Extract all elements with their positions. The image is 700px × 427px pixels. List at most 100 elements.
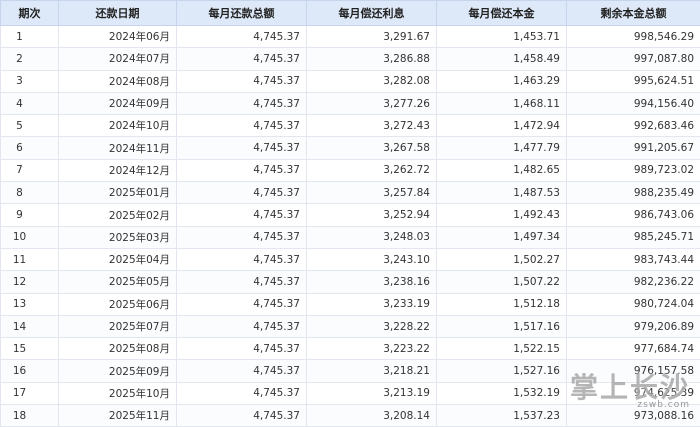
table-row[interactable]: 172025年10月4,745.373,213.191,532.19974,62… [1,382,700,404]
cell-remaining: 973,088.16 [567,405,700,427]
table-row[interactable]: 112025年04月4,745.373,243.101,502.27983,74… [1,248,700,270]
table-row[interactable]: 82025年01月4,745.373,257.841,487.53988,235… [1,182,700,204]
cell-remaining: 977,684.74 [567,338,700,360]
cell-interest: 3,248.03 [307,226,437,248]
cell-date: 2024年09月 [59,92,177,114]
cell-principal: 1,517.16 [437,315,567,337]
table-header: 期次 还款日期 每月还款总额 每月偿还利息 每月偿还本金 剩余本金总额 [1,1,700,26]
cell-date: 2024年07月 [59,48,177,70]
cell-date: 2024年11月 [59,137,177,159]
table-body: 12024年06月4,745.373,291.671,453.71998,546… [1,26,700,427]
cell-monthly-total: 4,745.37 [177,315,307,337]
cell-interest: 3,277.26 [307,92,437,114]
cell-interest: 3,262.72 [307,159,437,181]
header-period[interactable]: 期次 [1,1,59,26]
cell-remaining: 988,235.49 [567,182,700,204]
table-row[interactable]: 92025年02月4,745.373,252.941,492.43986,743… [1,204,700,226]
header-row: 期次 还款日期 每月还款总额 每月偿还利息 每月偿还本金 剩余本金总额 [1,1,700,26]
cell-principal: 1,458.49 [437,48,567,70]
cell-remaining: 976,157.58 [567,360,700,382]
table-row[interactable]: 162025年09月4,745.373,218.211,527.16976,15… [1,360,700,382]
cell-monthly-total: 4,745.37 [177,26,307,48]
cell-remaining: 992,683.46 [567,115,700,137]
cell-period: 15 [1,338,59,360]
cell-remaining: 986,743.06 [567,204,700,226]
table-row[interactable]: 102025年03月4,745.373,248.031,497.34985,24… [1,226,700,248]
header-monthly-total[interactable]: 每月还款总额 [177,1,307,26]
cell-interest: 3,218.21 [307,360,437,382]
cell-principal: 1,492.43 [437,204,567,226]
cell-period: 2 [1,48,59,70]
cell-remaining: 983,743.44 [567,248,700,270]
cell-interest: 3,213.19 [307,382,437,404]
cell-period: 17 [1,382,59,404]
cell-period: 10 [1,226,59,248]
cell-monthly-total: 4,745.37 [177,70,307,92]
table-row[interactable]: 142025年07月4,745.373,228.221,517.16979,20… [1,315,700,337]
table-row[interactable]: 42024年09月4,745.373,277.261,468.11994,156… [1,92,700,114]
cell-date: 2024年12月 [59,159,177,181]
table-row[interactable]: 52024年10月4,745.373,272.431,472.94992,683… [1,115,700,137]
cell-principal: 1,522.15 [437,338,567,360]
cell-principal: 1,472.94 [437,115,567,137]
cell-interest: 3,208.14 [307,405,437,427]
table-row[interactable]: 152025年08月4,745.373,223.221,522.15977,68… [1,338,700,360]
table-row[interactable]: 22024年07月4,745.373,286.881,458.49997,087… [1,48,700,70]
cell-period: 9 [1,204,59,226]
cell-remaining: 994,156.40 [567,92,700,114]
header-repayment-date[interactable]: 还款日期 [59,1,177,26]
cell-remaining: 974,625.39 [567,382,700,404]
cell-remaining: 997,087.80 [567,48,700,70]
cell-remaining: 985,245.71 [567,226,700,248]
cell-monthly-total: 4,745.37 [177,360,307,382]
cell-period: 12 [1,271,59,293]
cell-date: 2024年06月 [59,26,177,48]
cell-date: 2025年02月 [59,204,177,226]
cell-principal: 1,487.53 [437,182,567,204]
cell-principal: 1,527.16 [437,360,567,382]
cell-principal: 1,463.29 [437,70,567,92]
table-row[interactable]: 132025年06月4,745.373,233.191,512.18980,72… [1,293,700,315]
table-row[interactable]: 62024年11月4,745.373,267.581,477.79991,205… [1,137,700,159]
cell-remaining: 982,236.22 [567,271,700,293]
cell-monthly-total: 4,745.37 [177,248,307,270]
cell-monthly-total: 4,745.37 [177,137,307,159]
cell-period: 14 [1,315,59,337]
cell-monthly-total: 4,745.37 [177,405,307,427]
cell-interest: 3,267.58 [307,137,437,159]
cell-interest: 3,272.43 [307,115,437,137]
cell-date: 2025年07月 [59,315,177,337]
cell-period: 18 [1,405,59,427]
cell-date: 2025年05月 [59,271,177,293]
cell-remaining: 998,546.29 [567,26,700,48]
cell-principal: 1,532.19 [437,382,567,404]
table-row[interactable]: 32024年08月4,745.373,282.081,463.29995,624… [1,70,700,92]
cell-period: 7 [1,159,59,181]
cell-interest: 3,243.10 [307,248,437,270]
header-monthly-principal[interactable]: 每月偿还本金 [437,1,567,26]
table-row[interactable]: 182025年11月4,745.373,208.141,537.23973,08… [1,405,700,427]
cell-remaining: 995,624.51 [567,70,700,92]
cell-period: 5 [1,115,59,137]
cell-remaining: 980,724.04 [567,293,700,315]
cell-monthly-total: 4,745.37 [177,92,307,114]
table-row[interactable]: 72024年12月4,745.373,262.721,482.65989,723… [1,159,700,181]
cell-remaining: 991,205.67 [567,137,700,159]
cell-principal: 1,507.22 [437,271,567,293]
header-monthly-interest[interactable]: 每月偿还利息 [307,1,437,26]
cell-interest: 3,257.84 [307,182,437,204]
cell-principal: 1,512.18 [437,293,567,315]
cell-interest: 3,223.22 [307,338,437,360]
table-row[interactable]: 122025年05月4,745.373,238.161,507.22982,23… [1,271,700,293]
cell-date: 2025年01月 [59,182,177,204]
header-remaining-principal[interactable]: 剩余本金总额 [567,1,700,26]
cell-period: 11 [1,248,59,270]
cell-monthly-total: 4,745.37 [177,115,307,137]
table-row[interactable]: 12024年06月4,745.373,291.671,453.71998,546… [1,26,700,48]
cell-principal: 1,468.11 [437,92,567,114]
cell-monthly-total: 4,745.37 [177,159,307,181]
cell-date: 2025年09月 [59,360,177,382]
cell-period: 16 [1,360,59,382]
cell-monthly-total: 4,745.37 [177,182,307,204]
cell-interest: 3,291.67 [307,26,437,48]
